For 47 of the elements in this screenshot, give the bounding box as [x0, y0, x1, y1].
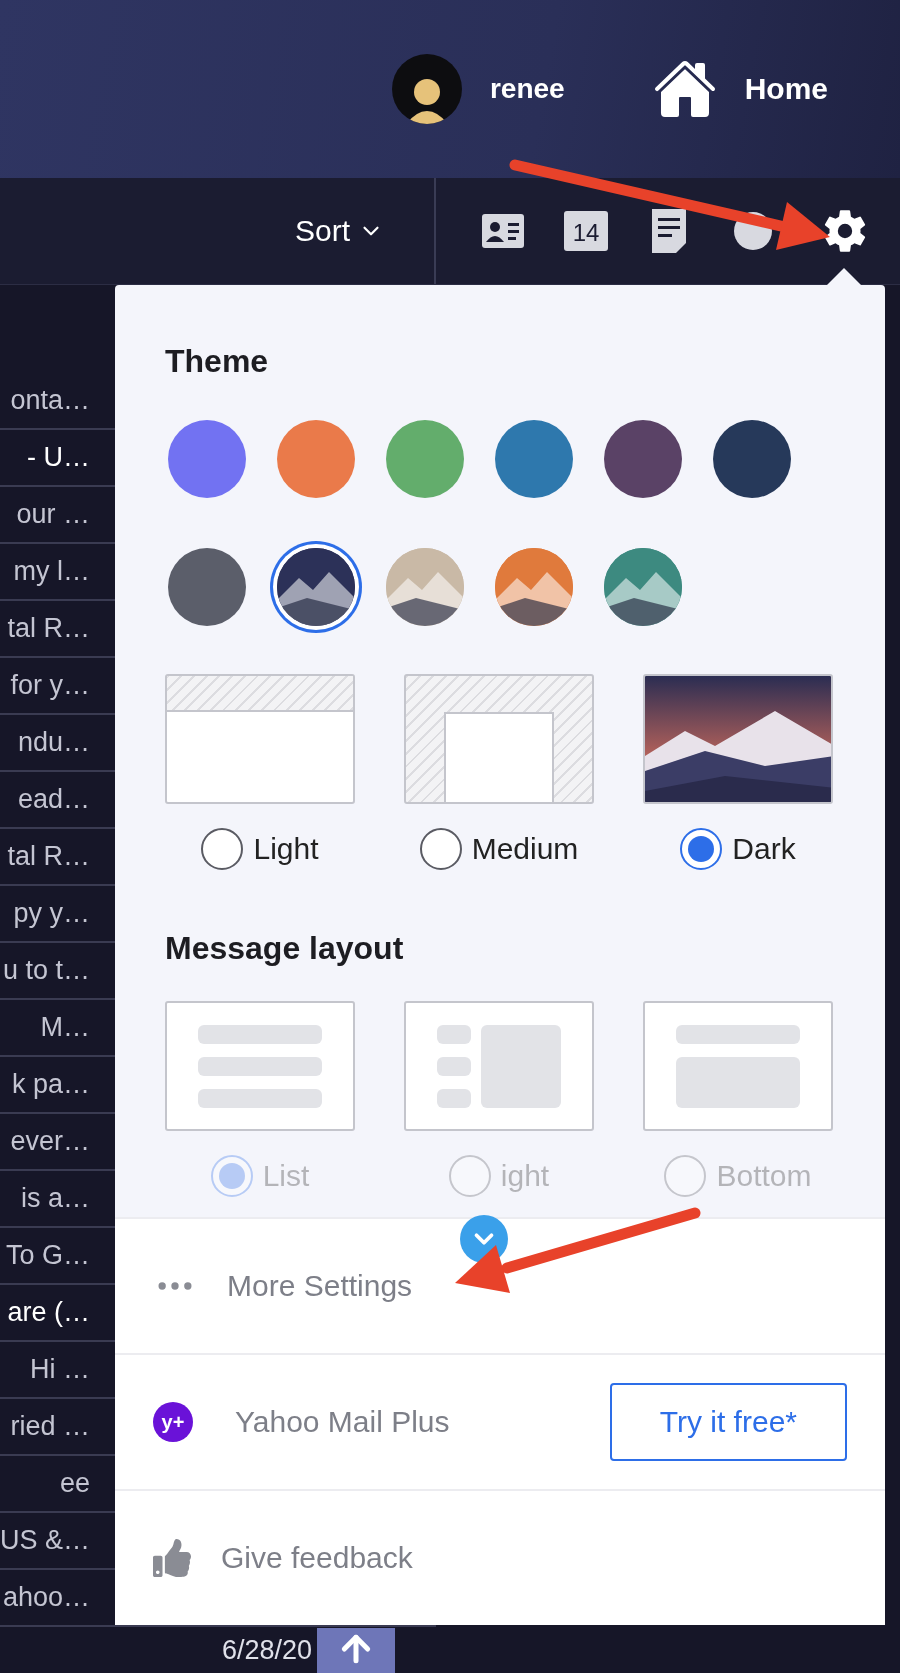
give-feedback-link[interactable]: Give feedback	[221, 1541, 847, 1575]
message-snippet[interactable]: tal R…	[0, 613, 108, 644]
message-snippet[interactable]: ndu…	[0, 727, 108, 758]
message-snippet[interactable]: is a…	[0, 1183, 108, 1214]
mode-label: Light	[253, 832, 319, 866]
radio-button[interactable]	[419, 828, 462, 870]
message-snippet[interactable]: py y…	[0, 898, 108, 929]
message-snippet[interactable]: ahoo…	[0, 1582, 108, 1613]
message-snippet[interactable]: onta…	[0, 385, 108, 416]
radio-button[interactable]	[201, 828, 244, 870]
mode-label: Dark	[732, 832, 796, 866]
calendar-button[interactable]: 14	[564, 211, 608, 251]
scroll-to-top-button[interactable]	[317, 1628, 395, 1673]
settings-icon[interactable]	[822, 208, 868, 254]
try-free-button[interactable]: Try it free*	[609, 1383, 847, 1461]
mountain-scene-preview[interactable]	[643, 674, 833, 804]
mode-label: Medium	[471, 832, 579, 866]
layout-heading: Message layout	[165, 930, 405, 967]
mail-plus-label: Yahoo Mail Plus	[235, 1405, 451, 1439]
message-snippet[interactable]: - U…	[0, 442, 108, 473]
message-snippet[interactable]: for y…	[0, 670, 108, 701]
message-snippet[interactable]: k pa…	[0, 1069, 108, 1100]
message-snippet[interactable]: my l…	[0, 556, 108, 587]
message-snippet[interactable]: US &…	[0, 1525, 108, 1556]
message-snippet[interactable]: ead…	[0, 784, 108, 815]
message-snippet[interactable]: are (…	[0, 1297, 108, 1328]
message-snippet[interactable]: our …	[0, 499, 108, 530]
home-link[interactable]: Home	[744, 72, 828, 106]
mail-plus-badge: y+	[153, 1402, 193, 1442]
message-snippet[interactable]: u to t…	[0, 955, 108, 986]
layout-label: Bottom	[716, 1159, 812, 1193]
sort-button[interactable]: Sort	[294, 214, 384, 248]
message-snippet[interactable]: ever…	[0, 1126, 108, 1157]
message-snippet[interactable]: ee	[0, 1468, 108, 1499]
layout-label: List	[262, 1159, 310, 1193]
thumbs-up-icon[interactable]	[153, 1539, 191, 1577]
message-snippet[interactable]: Hi …	[0, 1354, 108, 1385]
more-settings-link[interactable]: More Settings	[227, 1269, 847, 1303]
message-snippet[interactable]: M…	[0, 1012, 108, 1043]
message-snippet[interactable]: ried …	[0, 1411, 108, 1442]
theme-heading: Theme	[165, 343, 270, 380]
message-date: 6/28/20	[222, 1634, 313, 1666]
message-snippet[interactable]: To G…	[0, 1240, 108, 1271]
radio-button[interactable]	[680, 828, 723, 870]
message-snippet[interactable]: tal R…	[0, 841, 108, 872]
layout-label: ight	[500, 1159, 550, 1193]
user-name[interactable]: renee	[489, 73, 565, 105]
